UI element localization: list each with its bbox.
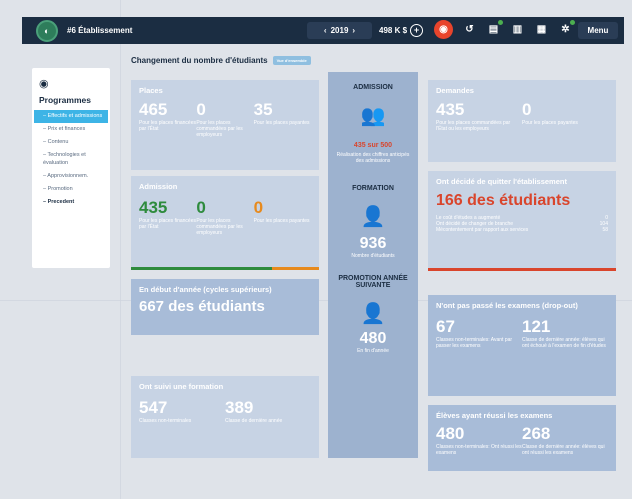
admission-card: Admission 435 Pour les places financées p… bbox=[131, 176, 319, 270]
reussi-col: 268 Classe de dernière année: élèves qui … bbox=[522, 424, 605, 456]
quitter-rows: Le coût d'études a augmenté 0 Ont décidé … bbox=[436, 215, 608, 234]
sidebar-item-approvisionnement[interactable]: – Approvisionnem. bbox=[34, 170, 108, 183]
card-title: Admission bbox=[139, 182, 178, 191]
top-bar: ◐ #6 Établissement ‹ 2019 › 498 K $ + ◉ … bbox=[22, 17, 624, 44]
promotion-subtitle: En fin d'année bbox=[357, 347, 389, 354]
logo[interactable]: ◐ bbox=[36, 19, 58, 42]
section-header: Changement du nombre d'étudiants Vue d'e… bbox=[131, 56, 311, 65]
quitter-row: Mécontentement par rapport aux services 5… bbox=[436, 227, 608, 234]
progress-bar bbox=[131, 267, 319, 270]
card-title: En début d'année (cycles supérieurs) bbox=[139, 285, 272, 294]
year-selector[interactable]: ‹ 2019 › bbox=[307, 22, 372, 39]
bg-line bbox=[120, 0, 121, 499]
progress-bar bbox=[428, 268, 616, 271]
add-icon[interactable]: + bbox=[410, 24, 424, 37]
demandes-col: 0 Pour les places payantes bbox=[522, 100, 578, 126]
budget: 498 K $ + bbox=[379, 22, 424, 39]
sidebar: ◉ Programmes – Effectifs et admissions –… bbox=[32, 68, 110, 268]
notification-dot bbox=[570, 20, 575, 25]
sidebar-item-effectifs[interactable]: – Effectifs et admissions bbox=[34, 110, 108, 124]
formation-value: 936 bbox=[359, 234, 387, 252]
programs-icon: ◉ bbox=[39, 78, 49, 90]
promotion-heading: PROMOTION ANNÉE SUIVANTE bbox=[338, 274, 408, 289]
admission-value: 435 sur 500 bbox=[353, 142, 393, 149]
section-title: Changement du nombre d'étudiants bbox=[131, 56, 268, 65]
admission-col: 435 Pour les places financées par l'État bbox=[139, 198, 196, 230]
calendar-icon[interactable]: ▦ bbox=[534, 22, 549, 37]
flow-column: ADMISSION 👥 435 sur 500 Réalisation des … bbox=[328, 72, 418, 458]
promote-user-icon: 👤 bbox=[360, 302, 386, 325]
card-title: Ont suivi une formation bbox=[139, 382, 224, 391]
formation-col: 547 Classes non-terminales bbox=[139, 398, 192, 424]
debut-card: En début d'année (cycles supérieurs) 667… bbox=[131, 279, 319, 335]
admission-heading: ADMISSION bbox=[353, 84, 393, 91]
year-value: 2019 bbox=[330, 26, 349, 35]
places-col: 35 Pour les places payantes bbox=[253, 100, 310, 126]
document-icon[interactable]: ▤ bbox=[486, 20, 503, 37]
budget-value: 498 K $ bbox=[379, 26, 408, 35]
card-title: N'ont pas passé les examens (drop-out) bbox=[436, 301, 578, 310]
year-prev-button[interactable]: ‹ bbox=[324, 26, 327, 35]
sidebar-item-technologies[interactable]: – Technologies et évaluation bbox=[34, 149, 108, 169]
places-col: 465 Pour les places financées par l'État bbox=[139, 100, 196, 132]
sidebar-list: – Effectifs et admissions – Prix et fina… bbox=[34, 110, 108, 209]
dropout-col: 121 Classe de dernière année: élèves qui … bbox=[522, 317, 606, 349]
formation-card: Ont suivi une formation 547 Classes non-t… bbox=[131, 376, 319, 458]
formation-col: 389 Classe de dernière année bbox=[225, 398, 283, 424]
places-card: Places 465 Pour les places financées par … bbox=[131, 80, 319, 170]
sidebar-item-contenu[interactable]: – Contenu bbox=[34, 136, 108, 149]
year-next-button[interactable]: › bbox=[352, 26, 355, 35]
formation-subtitle: Nombre d'étudiants bbox=[351, 252, 395, 259]
dropout-col: 67 Classes non-terminales: Avant par pass… bbox=[436, 317, 513, 349]
card-title: Places bbox=[139, 86, 163, 95]
chart-icon[interactable]: ▥ bbox=[510, 22, 525, 37]
admission-col: 0 Pour les places payantes bbox=[253, 198, 310, 224]
sidebar-heading: Programmes bbox=[39, 95, 91, 105]
sidebar-item-promotion[interactable]: – Promotion bbox=[34, 183, 108, 196]
notification-dot bbox=[498, 20, 503, 25]
sidebar-item-prix[interactable]: – Prix et finances bbox=[34, 123, 108, 136]
people-icon: 👥 bbox=[360, 105, 386, 127]
menu-button[interactable]: Menu bbox=[578, 22, 618, 39]
places-col: 0 Pour les places commandées par les empl… bbox=[196, 100, 243, 139]
demandes-col: 435 Pour les places commandées par l'État… bbox=[436, 100, 511, 132]
refresh-icon[interactable]: ↺ bbox=[462, 22, 477, 37]
add-user-icon: 👤 bbox=[360, 205, 386, 228]
sidebar-item-precedent[interactable]: – Precedent bbox=[34, 196, 108, 209]
section-badge[interactable]: Vue d'ensemble bbox=[272, 56, 311, 65]
reussi-card: Élèves ayant réussi les examens 480 Class… bbox=[428, 405, 616, 471]
institution-title: #6 Établissement bbox=[67, 26, 133, 35]
alert-icon[interactable]: ◉ bbox=[434, 20, 453, 39]
settings-icon[interactable]: ✲ bbox=[558, 20, 575, 37]
formation-heading: FORMATION bbox=[352, 184, 394, 192]
demandes-card: Demandes 435 Pour les places commandées p… bbox=[428, 80, 616, 162]
card-title: Ont décidé de quitter l'établissement bbox=[436, 177, 567, 186]
card-title: Demandes bbox=[436, 86, 474, 95]
dropout-card: N'ont pas passé les examens (drop-out) 6… bbox=[428, 295, 616, 396]
quitter-value: 166 des étudiants bbox=[436, 192, 571, 209]
toolbar-icons: ◉ ↺ ▤ ▥ ▦ ✲ Fr bbox=[434, 20, 597, 39]
admission-col: 0 Pour les places commandées par les empl… bbox=[196, 198, 243, 237]
admission-subtitle: Réalisation des chiffres anticipés des a… bbox=[336, 152, 410, 165]
quitter-card: Ont décidé de quitter l'établissement 16… bbox=[428, 171, 616, 271]
reussi-col: 480 Classes non-terminales: Ont réussi le… bbox=[436, 424, 522, 456]
promotion-value: 480 bbox=[359, 329, 387, 347]
card-title: Élèves ayant réussi les examens bbox=[436, 411, 553, 420]
debut-value: 667 des étudiants bbox=[139, 298, 265, 315]
